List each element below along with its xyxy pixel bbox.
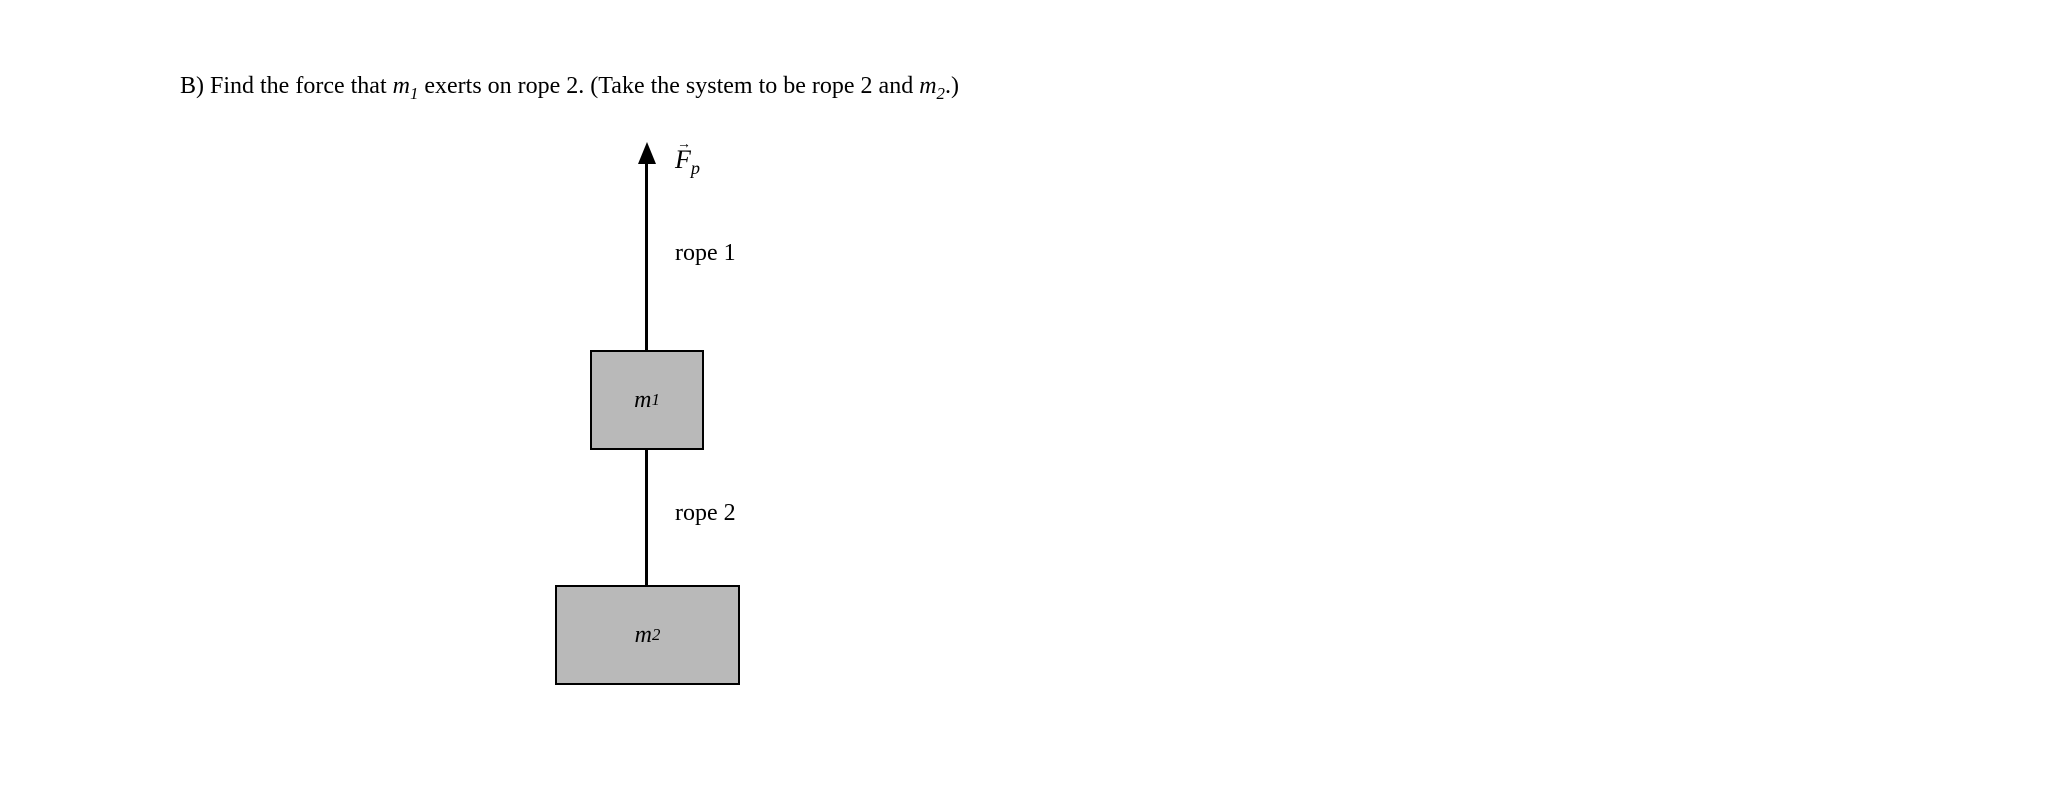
- mass-2-box: m2: [555, 585, 740, 685]
- rope-1-line: [645, 153, 648, 353]
- vector-arrow-icon: →: [677, 137, 691, 153]
- var-m1: m: [393, 73, 410, 99]
- force-vector-label: → Fp: [675, 145, 700, 179]
- physics-diagram: → Fp rope 1 m1 rope 2 m2: [380, 145, 980, 715]
- var-m2: m: [919, 73, 936, 99]
- question-prefix: Find the force that: [210, 73, 393, 99]
- rope-2-label: rope 2: [675, 500, 736, 527]
- var-m2-sub: 2: [937, 84, 945, 103]
- question-middle: exerts on rope 2. (Take the system to be…: [418, 73, 919, 99]
- mass-1-sub: 1: [651, 390, 659, 410]
- mass-1-box: m1: [590, 350, 704, 450]
- question-label: B): [180, 73, 204, 99]
- question-suffix: .): [945, 73, 959, 99]
- mass-2-label: m: [635, 622, 652, 649]
- mass-2-sub: 2: [652, 625, 660, 645]
- rope-2-line: [645, 450, 648, 585]
- question-text: B) Find the force that m1 exerts on rope…: [180, 70, 1866, 105]
- mass-1-label: m: [634, 387, 651, 414]
- rope-1-label: rope 1: [675, 240, 736, 267]
- force-sub: p: [691, 159, 700, 179]
